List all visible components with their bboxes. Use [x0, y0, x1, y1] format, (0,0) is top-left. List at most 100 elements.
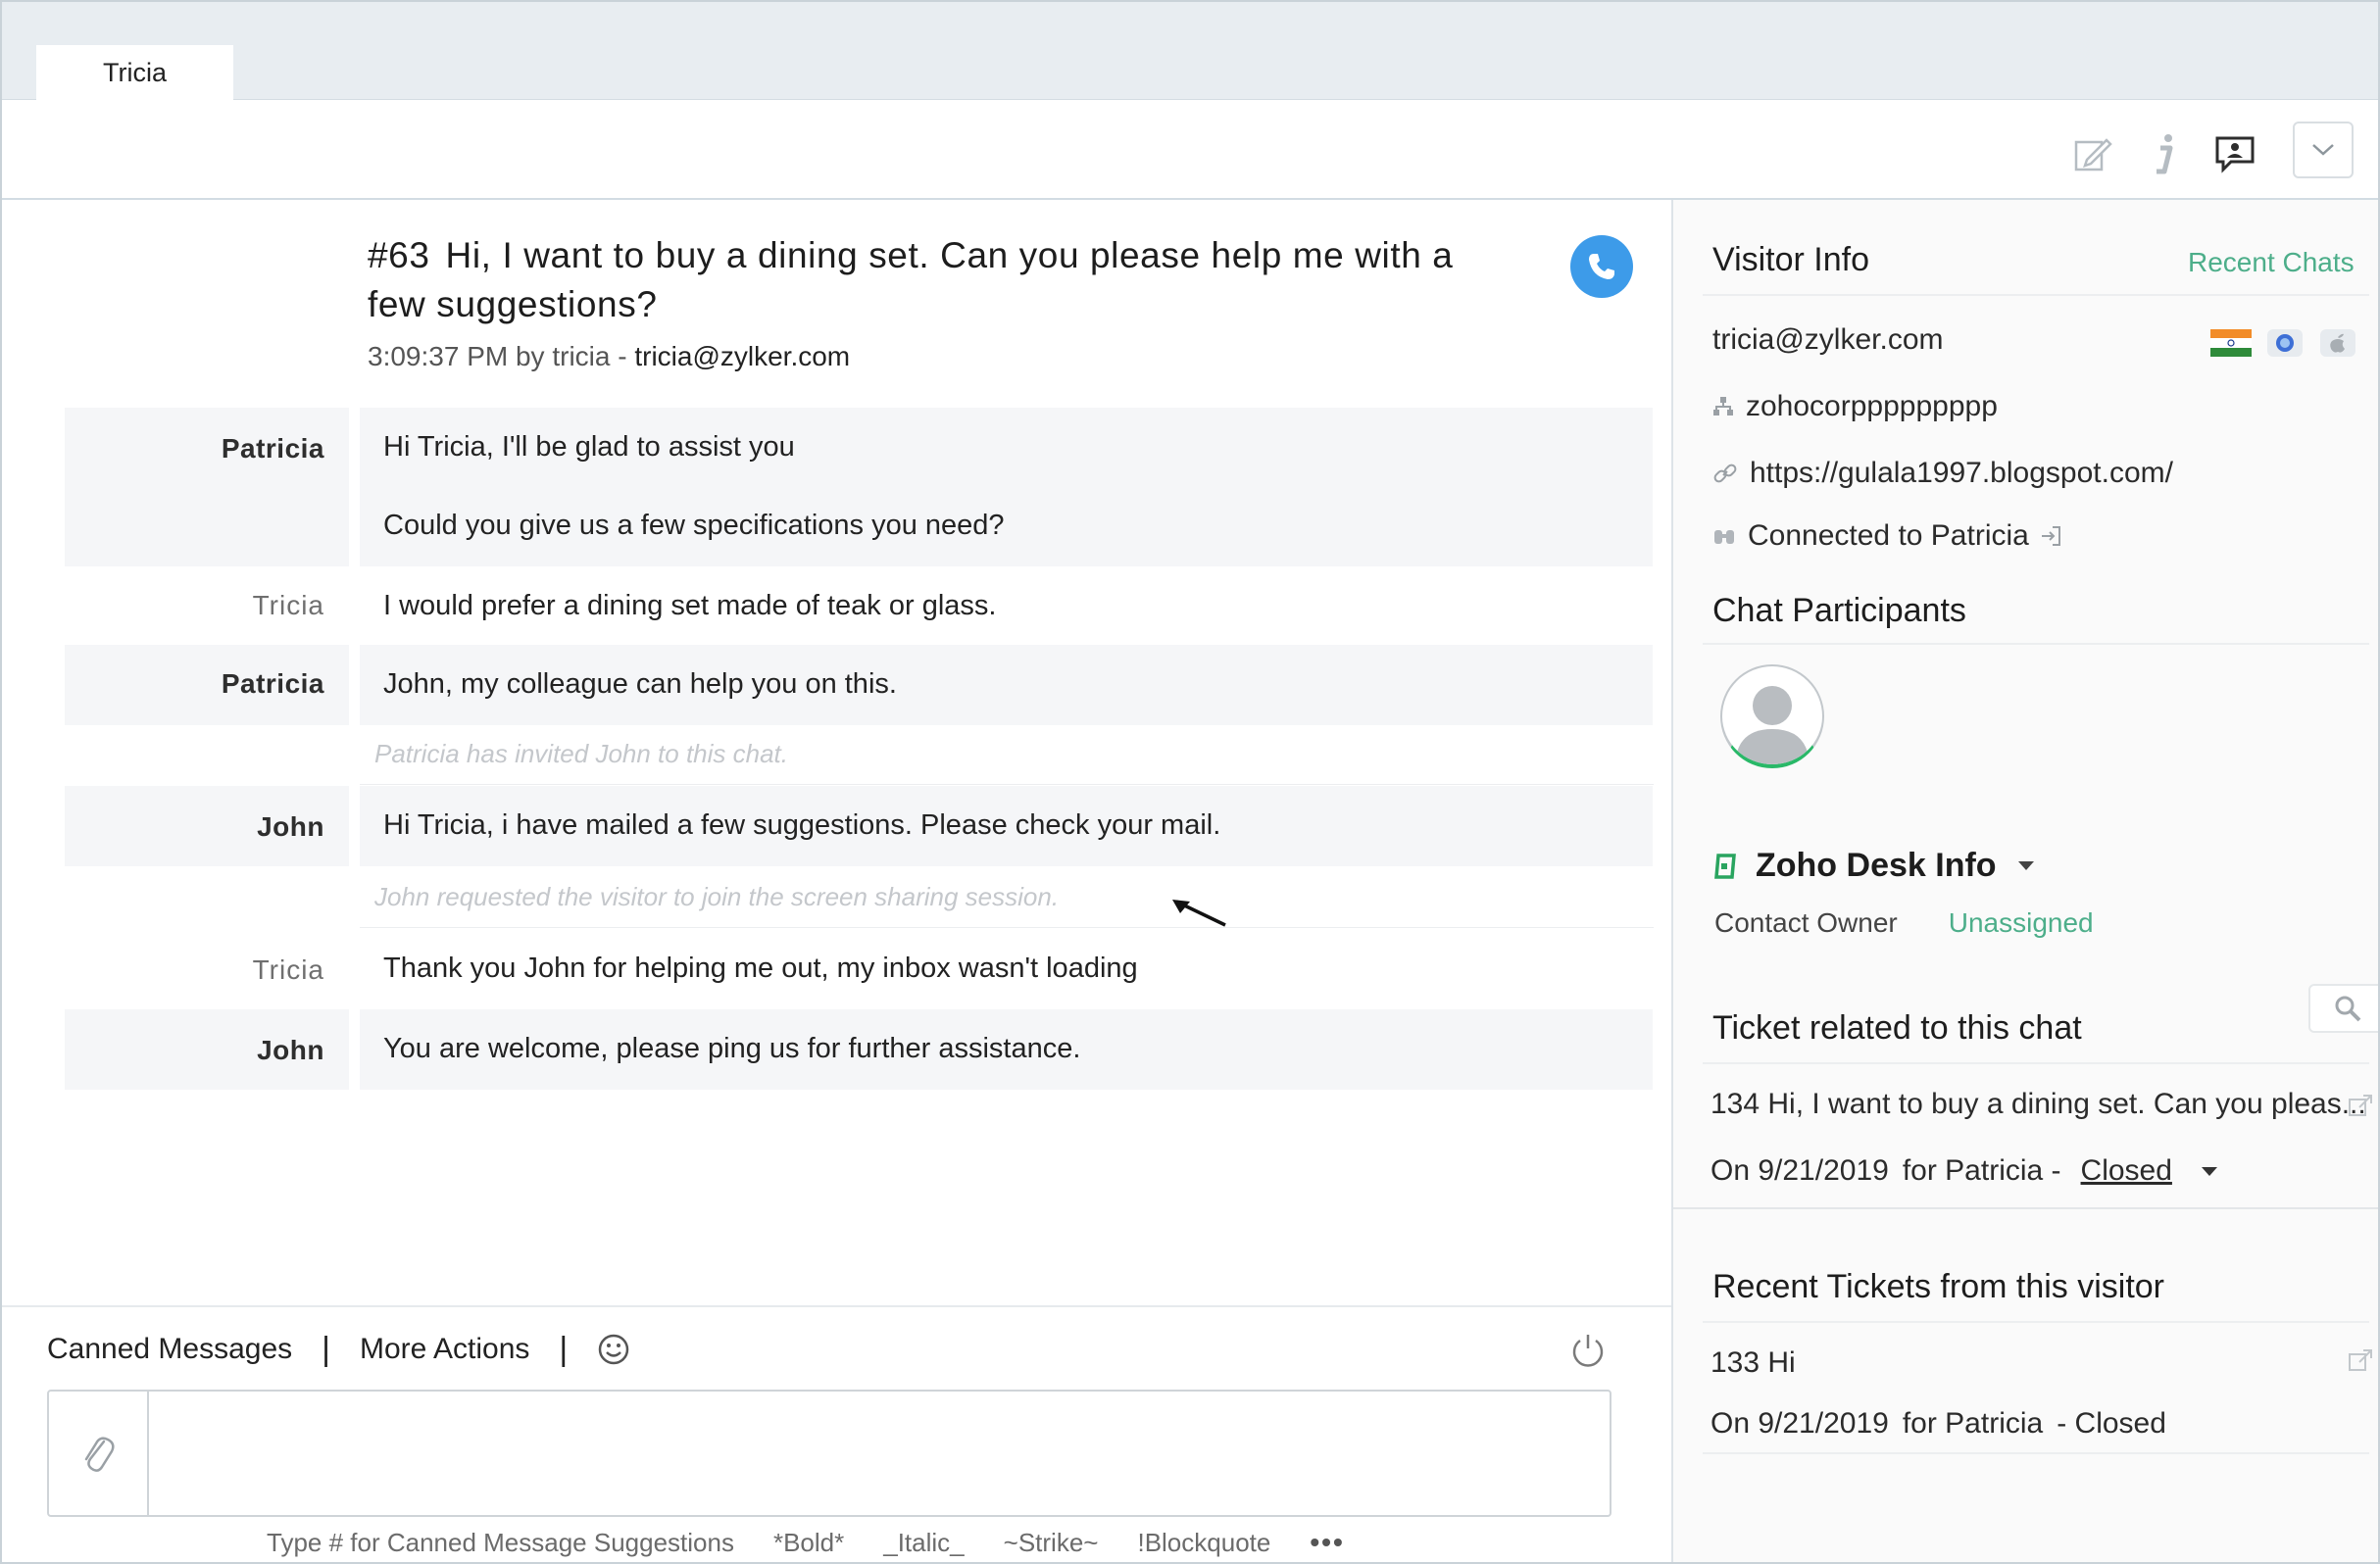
external-link-icon[interactable]: [2348, 1094, 2373, 1124]
visitor-url-row: https://gulala1997.blogspot.com/: [1712, 457, 2173, 490]
system-message: Patricia has invited John to this chat.: [374, 739, 789, 768]
message-row: Tricia Thank you John for helping me out…: [65, 929, 1653, 1009]
message-sender: Patricia: [65, 408, 349, 566]
hint-strike: ~Strike~: [1003, 1527, 1099, 1557]
call-button[interactable]: [1570, 235, 1633, 298]
divider: [1703, 643, 2369, 645]
connected-row: Connected to Patricia: [1712, 519, 2074, 553]
link-icon: [1712, 461, 1738, 486]
visitor-info-title: Visitor Info: [1712, 241, 1870, 278]
message-text: You are welcome, please ping us for furt…: [360, 1009, 1653, 1090]
more-options-dropdown[interactable]: [2293, 122, 2354, 178]
visitor-company-row: zohocorppppppppp: [1712, 390, 1998, 423]
divider: [360, 784, 1654, 785]
ticket-search-button[interactable]: [2308, 984, 2378, 1033]
message-text: I would prefer a dining set made of teak…: [383, 590, 997, 621]
tab-bar: Tricia: [2, 2, 2378, 101]
chat-title: #63 Hi, I want to buy a dining set. Can y…: [368, 231, 1495, 329]
recent-ticket-details: On 9/21/2019 for Patricia - Closed: [1711, 1407, 2166, 1441]
divider: [1703, 1321, 2369, 1323]
message-row: Patricia Hi Tricia, I'll be glad to assi…: [65, 408, 1653, 566]
chat-window: Tricia #63 Hi, I want to buy a dining set…: [0, 0, 2380, 1564]
chat-question: Hi, I want to buy a dining set. Can you …: [368, 235, 1454, 324]
recent-chats-link[interactable]: Recent Chats: [2188, 247, 2355, 278]
end-chat-power-icon[interactable]: [1568, 1331, 1608, 1370]
chat-number: #63: [368, 235, 430, 275]
divider: [1703, 1452, 2369, 1454]
message-sender: John: [65, 1009, 349, 1090]
canned-messages-button[interactable]: Canned Messages: [47, 1333, 292, 1366]
message-sender: Tricia: [252, 954, 324, 985]
composer-divider: [2, 1305, 1671, 1307]
ticket-details: On 9/21/2019 for Patricia - Closed: [1711, 1154, 2217, 1188]
visitor-sidebar: Visitor Info Recent Chats tricia@zylker.…: [1673, 200, 2378, 1562]
chat-email: tricia@zylker.com: [634, 341, 851, 371]
avatar[interactable]: [1720, 664, 1824, 768]
hint-bold: *Bold*: [772, 1527, 845, 1557]
recent-ticket-for: for Patricia: [1902, 1407, 2044, 1440]
composer-actions: Canned Messages | More Actions |: [47, 1325, 630, 1374]
hint-blockquote: !Blockquote: [1137, 1527, 1271, 1557]
message-text: Hi Tricia, I'll be glad to assist you: [383, 431, 795, 463]
apple-os-icon: [2320, 329, 2355, 357]
chevron-down-icon: [2312, 144, 2334, 156]
recent-tickets-title: Recent Tickets from this visitor: [1712, 1268, 2165, 1305]
separator: |: [559, 1330, 569, 1368]
binoculars-icon: [1712, 526, 1736, 546]
attach-button[interactable]: [49, 1392, 149, 1515]
more-formats-button[interactable]: •••: [1310, 1527, 1344, 1558]
info-icon[interactable]: [2143, 131, 2188, 176]
organization-icon: [1712, 396, 1734, 417]
hint-italic: _Italic_: [883, 1527, 965, 1557]
recent-ticket-status: - Closed: [2057, 1407, 2166, 1440]
message-input[interactable]: [47, 1390, 1611, 1517]
ticket-subject[interactable]: 134 Hi, I want to buy a dining set. Can …: [1711, 1088, 2366, 1121]
recent-ticket-subject[interactable]: 133 Hi: [1711, 1346, 1796, 1380]
message-sender: John: [65, 786, 349, 866]
ticket-status[interactable]: Closed: [2081, 1154, 2172, 1188]
caret-down-icon: [2017, 861, 2034, 870]
contact-owner-value[interactable]: Unassigned: [1949, 907, 2094, 939]
zoho-desk-icon: [1712, 852, 1738, 881]
chat-meta: 3:09:37 PM by tricia - tricia@zylker.com: [368, 341, 850, 372]
message-text: Could you give us a few specifications y…: [383, 510, 1005, 541]
hint-canned: Type # for Canned Message Suggestions: [267, 1527, 734, 1557]
more-actions-button[interactable]: More Actions: [360, 1333, 529, 1366]
chat-participants-title: Chat Participants: [1712, 592, 1966, 629]
emoji-icon[interactable]: [597, 1333, 630, 1366]
chat-bubble-icon[interactable]: [2212, 131, 2257, 176]
message-text: Thank you John for helping me out, my in…: [383, 953, 1138, 984]
message-text: Hi Tricia, i have mailed a few suggestio…: [360, 786, 1653, 866]
ticket-title: Ticket related to this chat: [1712, 1009, 2082, 1047]
visitor-meta-icons: [2210, 327, 2357, 359]
zoho-desk-info-header[interactable]: Zoho Desk Info: [1712, 847, 2034, 885]
divider: [1703, 294, 2369, 296]
external-link-icon[interactable]: [2348, 1348, 2373, 1379]
divider: [360, 927, 1654, 928]
chat-by: by tricia -: [515, 341, 627, 371]
toolbar: [2, 100, 2378, 200]
visitor-company: zohocorppppppppp: [1746, 390, 1998, 422]
arrow-pointer-icon: [1172, 900, 1226, 927]
zoho-desk-title: Zoho Desk Info: [1756, 847, 1997, 884]
connected-text: Connected to Patricia: [1748, 519, 2029, 552]
system-message: John requested the visitor to join the s…: [374, 882, 1060, 911]
chat-time: 3:09:37 PM: [368, 341, 509, 371]
message-sender: Patricia: [65, 645, 349, 725]
contact-owner-row: Contact Owner Unassigned: [1714, 907, 2094, 939]
visitor-email: tricia@zylker.com: [1712, 323, 1944, 356]
divider: [1673, 1207, 2378, 1209]
contact-owner-label: Contact Owner: [1714, 907, 1898, 938]
message-row: John Hi Tricia, i have mailed a few sugg…: [65, 786, 1653, 866]
tab-tricia[interactable]: Tricia: [36, 45, 233, 101]
phone-icon: [1589, 254, 1614, 279]
india-flag-icon: [2210, 329, 2252, 357]
visitor-url[interactable]: https://gulala1997.blogspot.com/: [1750, 457, 2173, 490]
user-avatar-icon: [1735, 686, 1810, 764]
edit-icon[interactable]: [2070, 131, 2115, 176]
message-text: John, my colleague can help you on this.: [360, 645, 1653, 725]
join-chat-icon[interactable]: [2039, 524, 2062, 548]
search-icon: [2335, 996, 2361, 1022]
status-caret-icon[interactable]: [2201, 1166, 2217, 1176]
divider: [1703, 1062, 2369, 1064]
